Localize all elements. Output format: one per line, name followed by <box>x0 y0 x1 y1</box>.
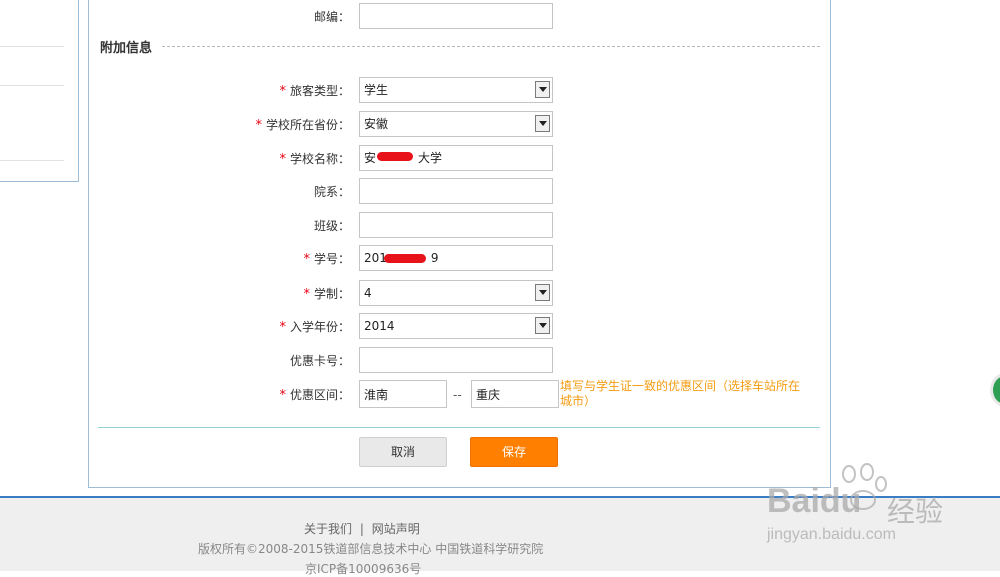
school-name-suffix: 大学 <box>418 151 443 165</box>
form-panel <box>88 0 831 488</box>
redaction-mark <box>384 254 426 263</box>
schooling-years-value: 4 <box>364 286 372 300</box>
baidu-jingyan-watermark: Baidu 经验 jingyan.baidu.com <box>765 462 955 562</box>
dropdown-arrow-icon[interactable] <box>535 317 550 334</box>
discount-range-label: * 优惠区间： <box>279 388 350 403</box>
school-province-value: 安徽 <box>364 117 389 131</box>
school-name-label: * 学校名称： <box>279 152 350 167</box>
section-title: 附加信息 <box>100 41 153 56</box>
school-province-label: * 学校所在省份： <box>255 118 350 133</box>
discount-to-input[interactable] <box>471 380 559 408</box>
copyright-text: 版权所有©2008-2015铁道部信息技术中心 中国铁道科学研究院 <box>198 542 544 556</box>
student-id-label: * 学号： <box>303 252 350 267</box>
postcode-label: 邮编： <box>313 10 350 24</box>
class-label: 班级： <box>313 219 350 233</box>
enroll-year-value: 2014 <box>364 319 395 333</box>
schooling-years-select[interactable]: 4 <box>359 280 553 306</box>
discount-card-label: 优惠卡号： <box>289 354 350 368</box>
enroll-year-label: * 入学年份： <box>279 320 350 335</box>
dropdown-arrow-icon[interactable] <box>535 81 550 98</box>
range-separator: -- <box>453 388 462 402</box>
watermark-brand-cn: 经验 <box>887 496 944 527</box>
department-label: 院系： <box>313 185 350 199</box>
form-divider <box>98 427 820 428</box>
sidebar-separator <box>0 160 64 161</box>
cancel-button[interactable]: 取消 <box>359 437 447 467</box>
left-sidebar <box>0 0 79 182</box>
dropdown-arrow-icon[interactable] <box>535 284 550 301</box>
floating-widget-icon[interactable] <box>990 373 1000 407</box>
watermark-url: jingyan.baidu.com <box>767 526 896 543</box>
sidebar-separator <box>0 46 64 47</box>
watermark-brand: Baidu <box>767 482 862 520</box>
footer-links: 关于我们 | 网站声明 <box>304 520 420 537</box>
statement-link[interactable]: 网站声明 <box>372 522 420 536</box>
about-link[interactable]: 关于我们 <box>304 522 352 536</box>
footer-divider: | <box>359 522 364 536</box>
student-id-suffix: 9 <box>430 251 439 265</box>
department-input[interactable] <box>359 178 553 204</box>
discount-from-input[interactable] <box>359 380 447 408</box>
passenger-type-label: * 旅客类型： <box>279 84 350 99</box>
enroll-year-select[interactable]: 2014 <box>359 313 553 339</box>
save-button[interactable]: 保存 <box>470 437 558 467</box>
section-divider <box>162 46 820 47</box>
dropdown-arrow-icon[interactable] <box>535 115 550 132</box>
school-province-select[interactable]: 安徽 <box>359 111 553 137</box>
sidebar-separator <box>0 85 64 86</box>
class-input[interactable] <box>359 212 553 238</box>
schooling-years-label: * 学制： <box>303 287 350 302</box>
discount-card-input[interactable] <box>359 347 553 373</box>
school-name-prefix: 安 <box>364 151 377 165</box>
postcode-input[interactable] <box>359 3 553 29</box>
passenger-type-select[interactable]: 学生 <box>359 77 553 103</box>
passenger-type-value: 学生 <box>364 83 389 97</box>
redaction-mark <box>377 152 413 161</box>
discount-range-hint: 填写与学生证一致的优惠区间（选择车站所在城市） <box>560 379 801 408</box>
